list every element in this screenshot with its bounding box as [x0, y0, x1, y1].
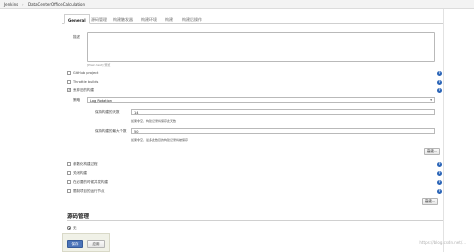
tab-post-build[interactable]: 构建后操作 — [179, 14, 205, 24]
help-icon[interactable]: ? — [437, 80, 442, 85]
tab-triggers[interactable]: 构建触发器 — [110, 14, 136, 24]
breadcrumb-separator: › — [22, 2, 24, 7]
strategy-select[interactable]: Log Rotation ▾ — [87, 97, 435, 103]
restrict-node-label: 限制项目的运行节点 — [73, 189, 105, 193]
days-to-keep-input[interactable]: 14 — [131, 109, 435, 115]
tab-build-env[interactable]: 构建环境 — [138, 14, 160, 24]
help-icon[interactable]: ? — [437, 189, 442, 194]
config-tabs: General 源码管理 构建触发器 构建环境 构建 构建后操作 — [62, 14, 443, 24]
github-project-checkbox[interactable] — [67, 71, 71, 75]
description-textarea[interactable] — [87, 32, 435, 62]
breadcrumb-jenkins[interactable]: Jenkins — [4, 2, 18, 7]
advanced-button-2[interactable]: 高级... — [422, 198, 438, 205]
days-to-keep-hint: 如果非空，构建记录将保存此天数 — [131, 119, 177, 123]
max-builds-hint: 如果非空，最多此数目的构建记录将被保存 — [131, 138, 189, 142]
concurrent-build-label: 在必要的时候并发构建 — [73, 180, 108, 184]
tab-build[interactable]: 构建 — [162, 14, 176, 24]
preview-link[interactable]: [Plain text] 预览 — [87, 63, 110, 67]
disable-build-label: 关闭构建 — [73, 171, 87, 175]
help-icon[interactable]: ? — [437, 71, 442, 76]
parameterized-checkbox[interactable] — [67, 162, 71, 166]
apply-button[interactable]: 应用 — [87, 240, 105, 248]
tab-scm[interactable]: 源码管理 — [88, 14, 110, 24]
help-icon[interactable]: ? — [437, 180, 442, 185]
strategy-label: 策略 — [73, 98, 80, 102]
max-builds-label: 保持构建的最大个数 — [95, 129, 127, 133]
divider — [67, 220, 443, 221]
disable-build-checkbox[interactable] — [67, 171, 71, 175]
watermark-text: https://blog.csdn.net/... — [419, 240, 466, 245]
discard-old-builds-checkbox[interactable] — [67, 87, 71, 92]
chevron-down-icon: ▾ — [430, 98, 432, 102]
throttle-builds-checkbox[interactable] — [67, 80, 71, 84]
description-label: 描述 — [73, 35, 80, 39]
max-builds-value: 50 — [134, 129, 139, 134]
github-project-label: GitHub project — [73, 71, 99, 75]
restrict-node-checkbox[interactable] — [67, 189, 71, 193]
days-to-keep-label: 保持构建的天数 — [95, 110, 120, 114]
strategy-value: Log Rotation — [90, 98, 113, 103]
save-button[interactable]: 保存 — [67, 240, 83, 248]
scm-none-radio[interactable] — [67, 226, 71, 230]
breadcrumb-separator: › — [78, 2, 80, 7]
max-builds-input[interactable]: 50 — [131, 128, 435, 134]
days-to-keep-value: 14 — [134, 110, 139, 115]
throttle-builds-label: Throttle builds — [73, 80, 99, 84]
scm-section-title: 源码管理 — [67, 214, 90, 220]
help-icon[interactable]: ? — [437, 162, 442, 167]
concurrent-build-checkbox[interactable] — [67, 180, 71, 184]
tab-general[interactable]: General — [64, 14, 90, 24]
scm-none-label: 无 — [73, 226, 77, 230]
breadcrumb: Jenkins › DataCenterOfficeCalculation › — [0, 0, 474, 9]
breadcrumb-job[interactable]: DataCenterOfficeCalculation — [28, 2, 85, 7]
parameterized-label: 参数化构建过程 — [73, 162, 98, 166]
discard-old-builds-label: 丢弃旧的构建 — [73, 88, 94, 92]
content-edge — [443, 9, 444, 252]
help-icon[interactable]: ? — [437, 171, 442, 176]
advanced-button[interactable]: 高级... — [424, 148, 440, 155]
help-icon[interactable]: ? — [437, 88, 442, 93]
